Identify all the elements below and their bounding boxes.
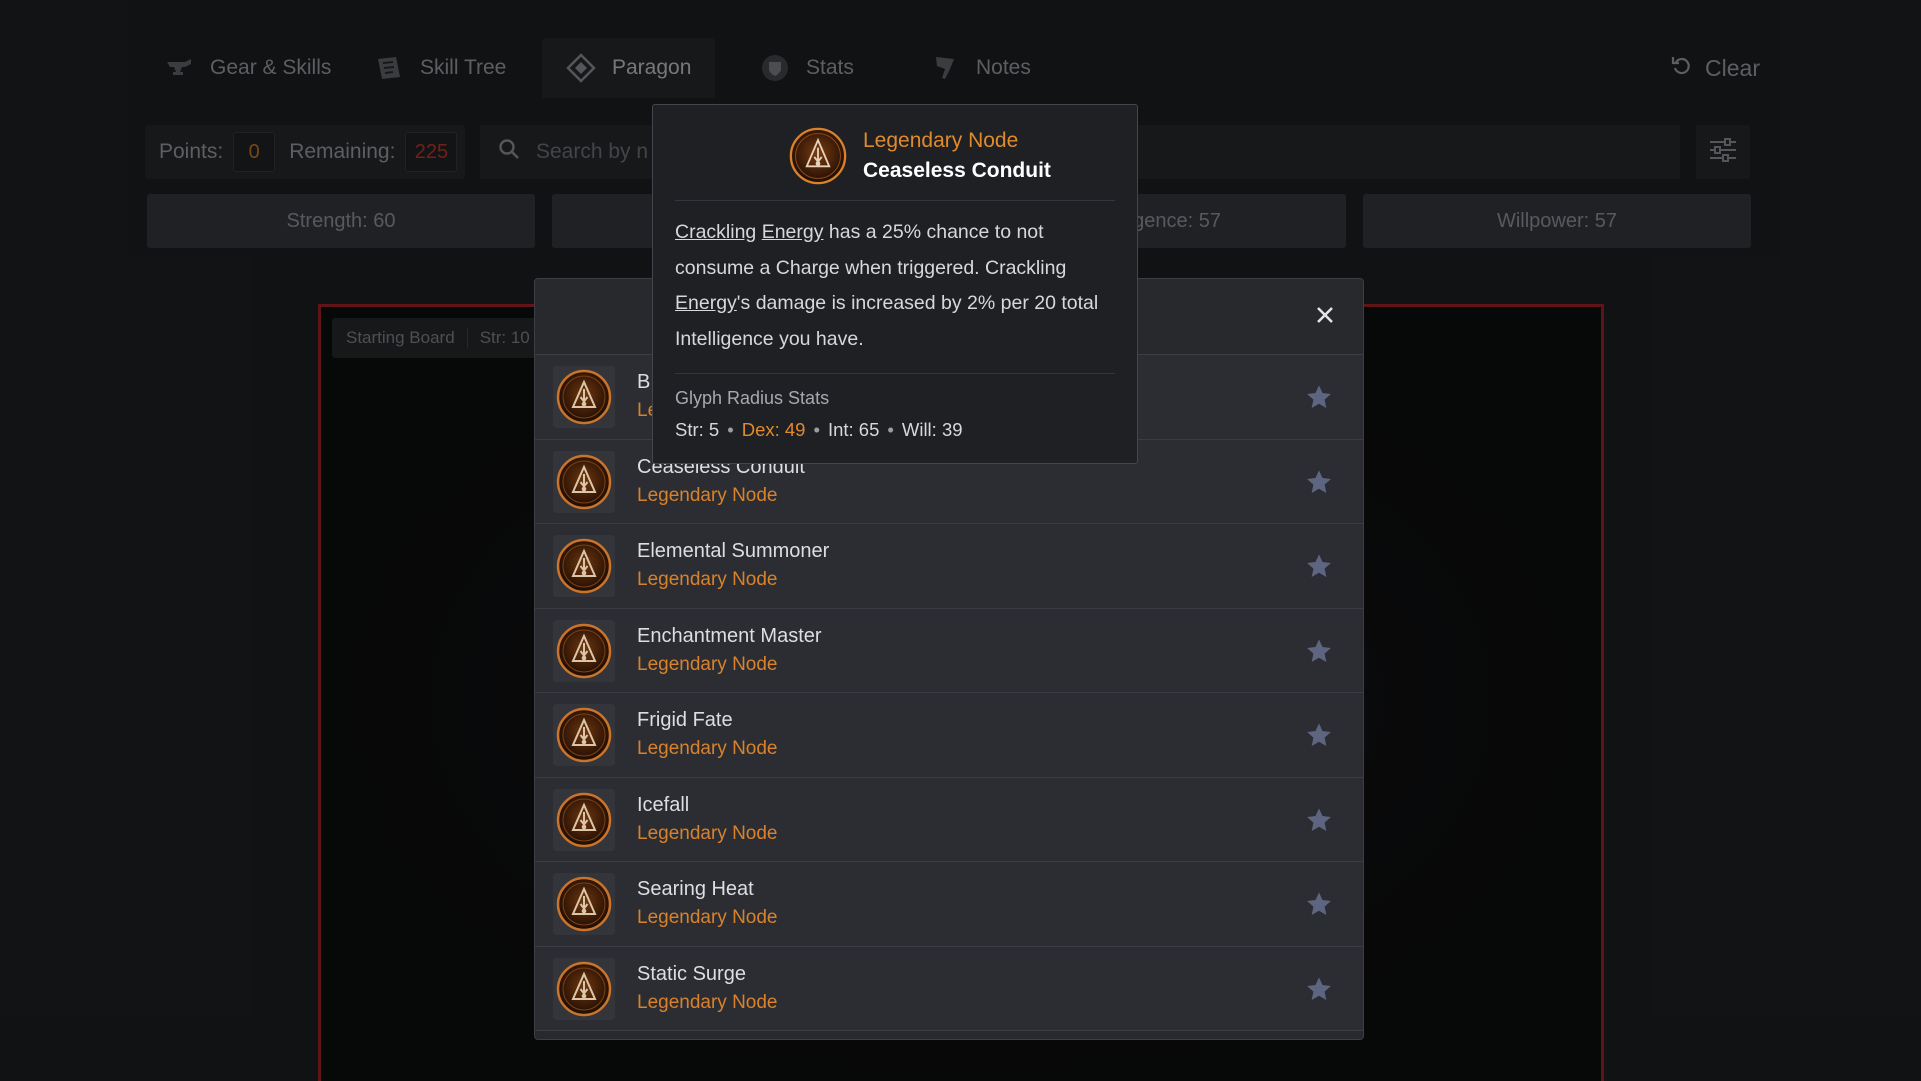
- node-type: Legendary Node: [637, 653, 778, 675]
- favorite-star-icon[interactable]: [1305, 383, 1333, 411]
- favorite-star-icon[interactable]: [1305, 806, 1333, 834]
- node-list-item[interactable]: Frigid Fate Legendary Node: [535, 693, 1363, 778]
- node-type: Legendary Node: [637, 738, 778, 759]
- favorite-star-icon[interactable]: [1305, 637, 1333, 665]
- node-list-item[interactable]: Static Surge Legendary Node: [535, 946, 1363, 1031]
- stat-dex: Dex: 49: [741, 419, 806, 440]
- separator: •: [887, 419, 894, 440]
- tooltip-node-name: Ceaseless Conduit: [863, 159, 1051, 182]
- legendary-node-icon: [553, 788, 615, 851]
- node-name: Searing Heat: [637, 878, 754, 900]
- keyword-link[interactable]: Energy: [675, 292, 737, 314]
- close-icon: [1315, 305, 1335, 330]
- node-name: Enchantment Master: [637, 624, 822, 647]
- node-type: Legendary Node: [637, 484, 778, 506]
- node-list-item[interactable]: Enchantment Master Legendary Node: [535, 608, 1363, 693]
- node-type: Legendary Node: [637, 822, 778, 844]
- favorite-star-icon[interactable]: [1305, 468, 1333, 496]
- tooltip-header: Legendary Node Ceaseless Conduit: [675, 105, 1115, 201]
- favorite-star-icon[interactable]: [1305, 890, 1333, 918]
- node-type: Legendary Node: [637, 907, 778, 928]
- node-list-item[interactable]: Elemental Summoner Legendary Node: [535, 524, 1363, 609]
- stat-str: Str: 5: [675, 419, 720, 440]
- legendary-node-icon: [553, 619, 615, 682]
- description-text: 's damage is increased by 2% per 20 tota…: [675, 292, 1099, 350]
- legendary-node-icon: [789, 127, 847, 185]
- tooltip-node-kind: Legendary Node: [863, 129, 1019, 152]
- tooltip-description: Crackling Energy has a 25% chance to not…: [675, 201, 1115, 357]
- legendary-node-icon: [553, 873, 615, 935]
- divider: [675, 373, 1115, 374]
- favorite-star-icon[interactable]: [1305, 721, 1333, 749]
- node-name: Elemental Summoner: [637, 540, 830, 562]
- stat-int: Int: 65: [827, 419, 880, 440]
- legendary-node-icon: [553, 704, 615, 766]
- node-name: Icefall: [637, 793, 690, 816]
- node-name: B: [637, 371, 651, 393]
- node-type: Legendary Node: [637, 991, 778, 1013]
- node-list-item[interactable]: Searing Heat Legendary Node: [535, 862, 1363, 947]
- stat-will: Will: 39: [901, 419, 963, 440]
- separator: •: [727, 419, 734, 440]
- node-list-item[interactable]: Icefall Legendary Node: [535, 777, 1363, 862]
- node-name: Static Surge: [637, 962, 746, 985]
- keyword-link[interactable]: Energy: [762, 221, 824, 243]
- legendary-node-icon: [553, 366, 615, 428]
- legendary-node-icon: [553, 535, 615, 597]
- glyph-radius-title: Glyph Radius Stats: [675, 388, 830, 408]
- node-tooltip: Legendary Node Ceaseless Conduit Crackli…: [652, 104, 1138, 464]
- close-button[interactable]: [1309, 301, 1341, 333]
- favorite-star-icon[interactable]: [1305, 552, 1333, 580]
- favorite-star-icon[interactable]: [1305, 975, 1333, 1003]
- keyword-link[interactable]: Crackling: [675, 221, 756, 243]
- legendary-node-icon: [553, 450, 615, 513]
- glyph-radius-stats: Str: 5 • Dex: 49 • Int: 65 • Will: 39: [675, 419, 1115, 441]
- separator: •: [813, 419, 820, 440]
- legendary-node-icon: [553, 957, 615, 1020]
- node-name: Frigid Fate: [637, 709, 733, 731]
- node-type: Legendary Node: [637, 569, 778, 590]
